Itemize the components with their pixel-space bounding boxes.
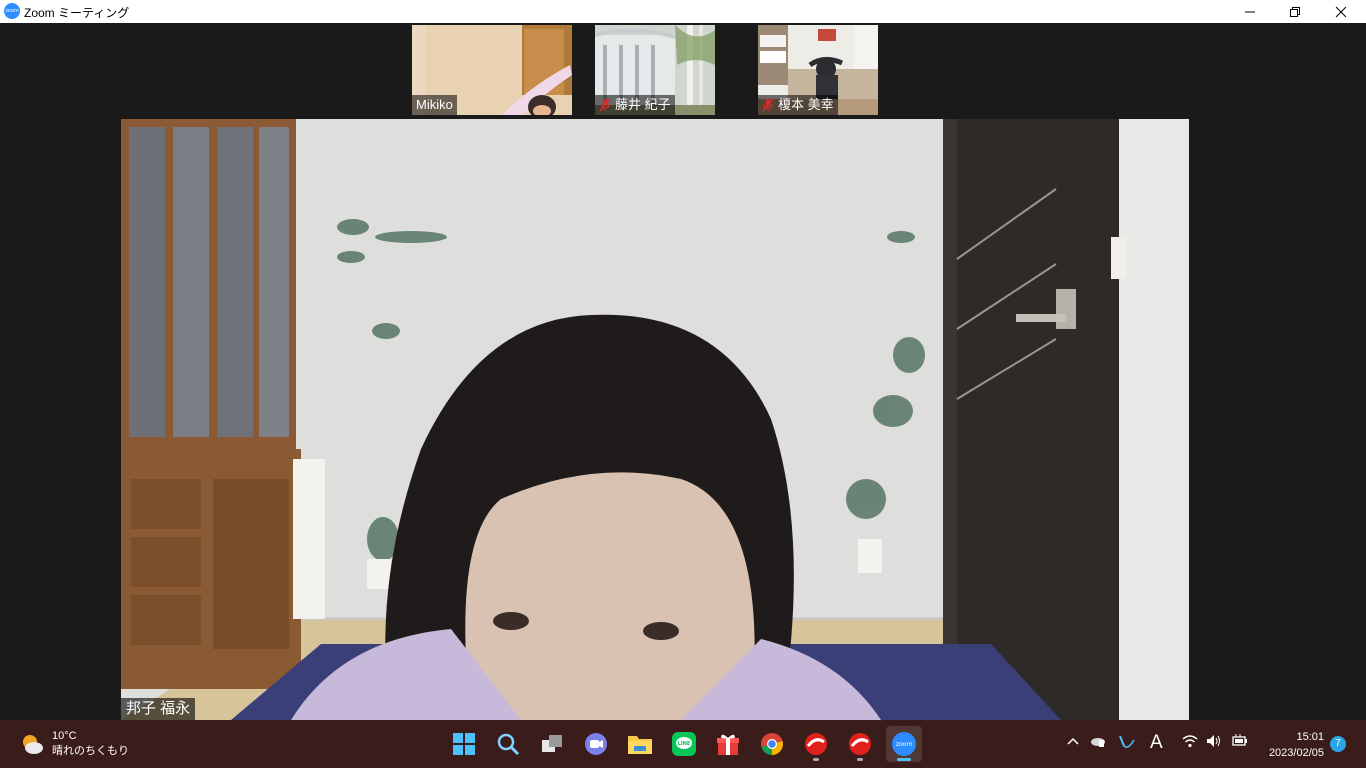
taskbar-app-security-2[interactable]	[842, 726, 878, 762]
chevron-up-icon	[1067, 737, 1079, 745]
search-icon	[497, 733, 520, 756]
window-title: Zoom ミーティング	[24, 6, 130, 20]
windows-start-icon	[453, 733, 475, 755]
zoom-icon: zoom	[892, 732, 916, 756]
folder-icon	[628, 736, 652, 754]
notification-badge[interactable]: 7	[1330, 736, 1346, 752]
participant-name: 藤井 紀子	[615, 97, 671, 112]
pen-icon	[1119, 735, 1135, 748]
title-bar: zoom Zoom ミーティング	[0, 0, 1366, 23]
trend-micro-icon	[805, 733, 827, 755]
close-icon	[1335, 6, 1347, 17]
running-indicator	[813, 758, 819, 761]
taskbar: 10°C 晴れのちくもり LINE zoom A 15:01 2023/02/0…	[0, 720, 1366, 768]
cloud-sync-icon	[1091, 738, 1105, 747]
line-icon-label: LINE	[678, 741, 691, 747]
zoom-icon-label: zoom	[896, 741, 912, 748]
zoom-app-icon: zoom	[4, 3, 20, 19]
tray-pen-button[interactable]	[1116, 734, 1136, 753]
participant-video-mikiko[interactable]: Mikiko	[412, 25, 572, 115]
task-view-button[interactable]	[534, 726, 570, 762]
restore-button[interactable]	[1272, 0, 1318, 23]
start-button[interactable]	[446, 726, 482, 762]
volume-button[interactable]	[1206, 734, 1222, 751]
clock-date: 2023/02/05	[1268, 747, 1324, 759]
weather-widget[interactable]: 10°C 晴れのちくもり	[20, 728, 129, 760]
active-speaker-name: 邦子 福永	[121, 698, 196, 720]
muted-mic-icon	[599, 98, 611, 112]
video-feed-image	[121, 119, 1189, 720]
participant-name-tag: 榎本 美幸	[758, 95, 838, 115]
meeting-area: Mikiko 藤井 紀子 榎本 美幸 邦子 福永	[0, 23, 1366, 720]
chrome-icon	[761, 733, 783, 755]
active-speaker-video[interactable]: 邦子 福永	[121, 119, 1189, 720]
weather-temperature: 10°C	[52, 730, 77, 742]
participant-name-tag: Mikiko	[412, 95, 457, 115]
participant-name-tag: 藤井 紀子	[595, 95, 675, 115]
wifi-button[interactable]	[1182, 734, 1198, 751]
partly-cloudy-icon	[23, 735, 43, 754]
taskbar-app-security-1[interactable]	[798, 726, 834, 762]
taskbar-app-line[interactable]: LINE	[666, 726, 702, 762]
restore-icon	[1290, 6, 1300, 17]
line-icon: LINE	[672, 732, 696, 756]
participant-name: 榎本 美幸	[778, 97, 834, 112]
weather-condition: 晴れのちくもり	[52, 745, 129, 757]
task-view-icon	[542, 735, 562, 752]
speaker-icon	[1207, 735, 1220, 747]
show-hidden-icons-button[interactable]	[1066, 734, 1080, 751]
clock-time: 15:01	[1296, 731, 1324, 743]
battery-button[interactable]	[1230, 734, 1248, 751]
minimize-icon	[1245, 11, 1255, 12]
video-chat-icon	[585, 733, 607, 755]
wifi-icon	[1182, 735, 1198, 748]
taskbar-app-zoom[interactable]: zoom	[886, 726, 922, 762]
trend-micro-icon	[849, 733, 871, 755]
taskbar-app-chrome[interactable]	[754, 726, 790, 762]
system-clock[interactable]: 15:01 2023/02/05	[1254, 729, 1324, 761]
muted-mic-icon	[762, 98, 774, 112]
gift-icon	[717, 734, 739, 755]
close-button[interactable]	[1318, 0, 1364, 23]
running-indicator	[897, 758, 911, 761]
tray-cloud-button[interactable]	[1090, 734, 1106, 751]
participant-video-enomoto[interactable]: 榎本 美幸	[758, 25, 918, 115]
running-indicator	[857, 758, 863, 761]
participant-video-fujii[interactable]: 藤井 紀子	[595, 25, 755, 115]
taskbar-app-file-explorer[interactable]	[622, 726, 658, 762]
battery-plug-icon	[1232, 734, 1247, 746]
minimize-button[interactable]	[1227, 0, 1273, 23]
ime-mode-indicator[interactable]: A	[1150, 732, 1163, 754]
taskbar-search-button[interactable]	[490, 726, 526, 762]
taskbar-app-gift[interactable]	[710, 726, 746, 762]
taskbar-app-chat[interactable]	[578, 726, 614, 762]
participant-name: Mikiko	[416, 97, 453, 112]
